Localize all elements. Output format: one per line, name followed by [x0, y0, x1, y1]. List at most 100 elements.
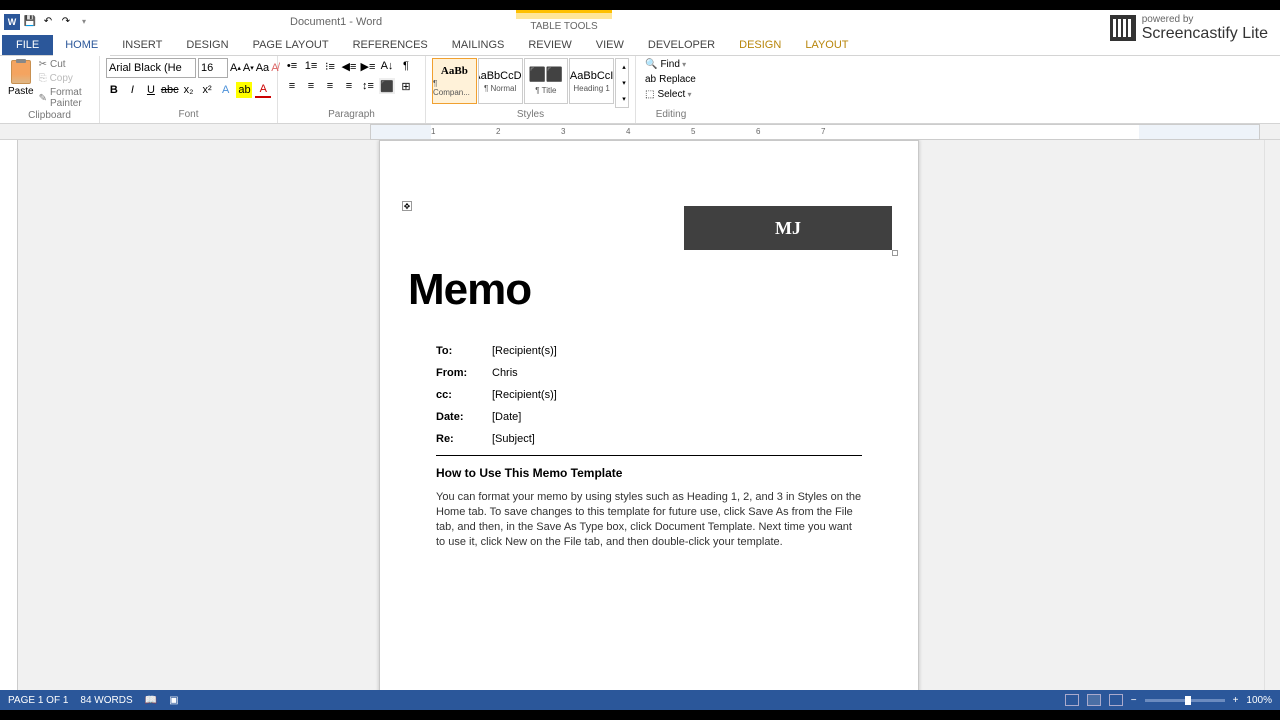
zoom-in-icon[interactable]: +: [1233, 695, 1239, 706]
copy-button[interactable]: ⎘Copy: [38, 72, 93, 85]
zoom-level[interactable]: 100%: [1246, 695, 1272, 706]
zoom-out-icon[interactable]: −: [1131, 695, 1137, 706]
styles-group-label: Styles: [432, 109, 629, 121]
find-button[interactable]: 🔍Find: [642, 58, 700, 71]
format-painter-button[interactable]: ✎Format Painter: [38, 86, 93, 110]
editing-group-label: Editing: [642, 109, 700, 121]
tab-references[interactable]: REFERENCES: [341, 35, 440, 55]
style-heading1[interactable]: AaBbCcI Heading 1: [569, 58, 614, 104]
select-button[interactable]: ⬚Select: [642, 88, 700, 101]
style-company[interactable]: AaBb ¶ Compan...: [432, 58, 477, 104]
tab-table-layout[interactable]: LAYOUT: [793, 35, 860, 55]
tab-file[interactable]: FILE: [2, 35, 53, 55]
table-move-handle[interactable]: ✥: [402, 201, 412, 211]
field-to-label[interactable]: To:: [436, 345, 492, 357]
font-name-select[interactable]: [106, 58, 196, 78]
print-layout-icon[interactable]: [1087, 694, 1101, 706]
field-cc-value[interactable]: [Recipient(s)]: [492, 389, 557, 401]
tab-view[interactable]: VIEW: [584, 35, 636, 55]
style-title[interactable]: ⬛⬛ ¶ Title: [524, 58, 569, 104]
field-from-value[interactable]: Chris: [492, 367, 518, 379]
align-left-icon[interactable]: ≡: [284, 78, 300, 94]
styles-down-icon[interactable]: ▾: [616, 75, 632, 91]
group-clipboard: Paste ✂Cut ⎘Copy ✎Format Painter Clipboa…: [0, 56, 100, 123]
horizontal-ruler[interactable]: 1 2 3 4 5 6 7: [0, 124, 1280, 140]
replace-button[interactable]: abReplace: [642, 73, 700, 86]
word-count[interactable]: 84 WORDS: [80, 695, 132, 706]
grow-font-icon[interactable]: A▴: [230, 60, 241, 76]
tab-page-layout[interactable]: PAGE LAYOUT: [241, 35, 341, 55]
field-to-value[interactable]: [Recipient(s)]: [492, 345, 557, 357]
field-date-label[interactable]: Date:: [436, 411, 492, 423]
tab-design[interactable]: DESIGN: [174, 35, 240, 55]
increase-indent-icon[interactable]: ▶≡: [360, 58, 376, 74]
decrease-indent-icon[interactable]: ◀≡: [341, 58, 357, 74]
paste-label: Paste: [8, 86, 34, 97]
sort-icon[interactable]: A↓: [379, 58, 395, 74]
align-right-icon[interactable]: ≡: [322, 78, 338, 94]
superscript-button[interactable]: x²: [199, 82, 215, 98]
word-app-icon[interactable]: W: [4, 14, 20, 30]
align-center-icon[interactable]: ≡: [303, 78, 319, 94]
memo-heading[interactable]: How to Use This Memo Template: [436, 466, 890, 480]
web-layout-icon[interactable]: [1109, 694, 1123, 706]
qat-customize-icon[interactable]: [76, 14, 92, 30]
zoom-slider[interactable]: [1145, 699, 1225, 702]
styles-more-icon[interactable]: ▾: [616, 91, 632, 107]
tab-developer[interactable]: DEVELOPER: [636, 35, 727, 55]
font-color-icon[interactable]: A: [255, 82, 271, 98]
screencastify-watermark: powered by Screencastify Lite: [1104, 12, 1274, 45]
redo-icon[interactable]: ↷: [58, 14, 74, 30]
field-date-value[interactable]: [Date]: [492, 411, 521, 423]
memo-body[interactable]: You can format your memo by using styles…: [436, 490, 862, 549]
tab-home[interactable]: HOME: [53, 35, 110, 55]
bold-button[interactable]: B: [106, 82, 122, 98]
shrink-font-icon[interactable]: A▾: [243, 60, 254, 76]
bullets-icon[interactable]: •≡: [284, 58, 300, 74]
field-from-label[interactable]: From:: [436, 367, 492, 379]
undo-icon[interactable]: ↶: [40, 14, 56, 30]
justify-icon[interactable]: ≡: [341, 78, 357, 94]
spell-check-icon[interactable]: 📖: [145, 695, 157, 706]
multilevel-icon[interactable]: ⁝≡: [322, 58, 338, 74]
paste-button[interactable]: Paste: [6, 58, 36, 110]
borders-icon[interactable]: ⊞: [398, 78, 414, 94]
cut-button[interactable]: ✂Cut: [38, 58, 93, 71]
highlight-icon[interactable]: ab: [236, 82, 252, 98]
subscript-button[interactable]: x₂: [181, 82, 197, 98]
vertical-ruler[interactable]: [0, 140, 18, 700]
vertical-scrollbar[interactable]: [1264, 140, 1280, 700]
tab-table-design[interactable]: DESIGN: [727, 35, 793, 55]
styles-gallery[interactable]: AaBb ¶ Compan... AaBbCcDc ¶ Normal ⬛⬛ ¶ …: [432, 58, 629, 108]
field-cc-label[interactable]: cc:: [436, 389, 492, 401]
screencastify-logo-icon: [1110, 15, 1136, 41]
numbering-icon[interactable]: 1≡: [303, 58, 319, 74]
tab-insert[interactable]: INSERT: [110, 35, 174, 55]
style-normal[interactable]: AaBbCcDc ¶ Normal: [478, 58, 523, 104]
page-indicator[interactable]: PAGE 1 OF 1: [8, 695, 68, 706]
memo-title[interactable]: Memo: [408, 265, 890, 315]
italic-button[interactable]: I: [125, 82, 141, 98]
macro-icon[interactable]: ▣: [169, 695, 178, 706]
window-title: Document1 - Word: [290, 16, 382, 28]
change-case-icon[interactable]: Aa: [256, 60, 269, 76]
tab-review[interactable]: REVIEW: [516, 35, 583, 55]
brush-icon: ✎: [39, 93, 47, 104]
tab-mailings[interactable]: MAILINGS: [440, 35, 517, 55]
text-effects-icon[interactable]: A: [218, 82, 234, 98]
table-resize-handle[interactable]: [892, 250, 898, 256]
find-icon: 🔍: [645, 59, 657, 70]
styles-up-icon[interactable]: ▴: [616, 59, 632, 75]
show-marks-icon[interactable]: ¶: [398, 58, 414, 74]
strikethrough-button[interactable]: abc: [162, 82, 178, 98]
line-spacing-icon[interactable]: ↕≡: [360, 78, 376, 94]
document-page[interactable]: ✥ MJ Memo To:[Recipient(s)] From:Chris c…: [379, 140, 919, 700]
shading-icon[interactable]: ⬛: [379, 78, 395, 94]
save-icon[interactable]: 💾: [22, 14, 38, 30]
underline-button[interactable]: U: [143, 82, 159, 98]
field-re-value[interactable]: [Subject]: [492, 433, 535, 445]
font-size-select[interactable]: [198, 58, 228, 78]
company-name-cell[interactable]: MJ: [684, 206, 892, 250]
field-re-label[interactable]: Re:: [436, 433, 492, 445]
read-mode-icon[interactable]: [1065, 694, 1079, 706]
